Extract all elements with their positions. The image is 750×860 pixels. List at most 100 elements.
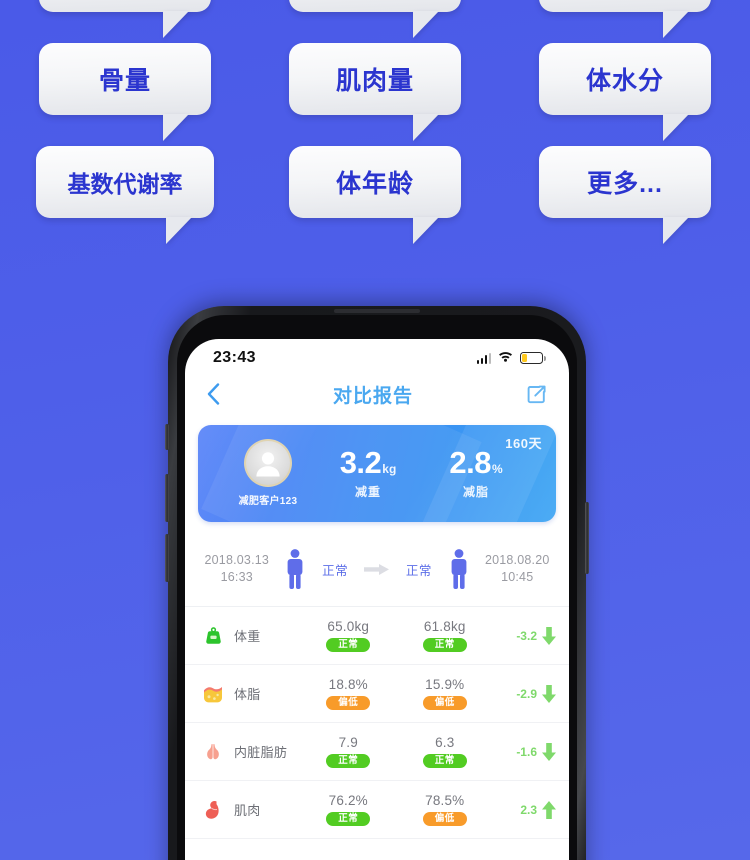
person-body-icon <box>283 548 308 590</box>
page-title: 对比报告 <box>332 385 413 407</box>
status-badge: 正常 <box>326 637 371 653</box>
metric-after-value: 15.9% <box>425 676 465 692</box>
stat-fat-loss: 2.8% 减脂 <box>434 447 518 500</box>
bubble-tail-icon <box>663 114 689 141</box>
promo-page: 骨量 肌肉量 体水分 基数代谢率 体年龄 更多... 23:43 对比报告 16… <box>0 0 750 860</box>
share-export-icon[interactable] <box>526 384 547 405</box>
metric-after-value: 78.5% <box>425 792 465 808</box>
feature-bubble[interactable] <box>39 0 211 38</box>
metric-before: 18.8% 偏低 <box>300 677 397 711</box>
feature-bubble-label: 肌肉量 <box>335 67 414 95</box>
arrow-down-icon <box>541 742 557 761</box>
user-avatar-icon[interactable] <box>244 439 292 487</box>
metric-row-body-fat[interactable]: 体脂 18.8% 偏低 15.9% 偏低 -2.9 <box>185 665 569 723</box>
bubble-tail-icon <box>413 114 439 141</box>
right-date: 2018.08.20 <box>484 553 550 568</box>
bubble-cell: 骨量 <box>20 43 230 146</box>
nav-bar: 对比报告 <box>185 373 569 415</box>
mute-switch-button[interactable] <box>165 424 169 450</box>
cellular-signal-icon <box>476 352 491 364</box>
status-badge: 正常 <box>422 637 467 653</box>
bubble-cell: 体年龄 <box>270 146 480 249</box>
bubble-cell <box>270 0 480 43</box>
feature-bubble[interactable] <box>539 0 711 38</box>
feature-bubble-basal-metabolic-rate[interactable]: 基数代谢率 <box>36 146 214 244</box>
delta-value: -2.9 <box>516 686 537 701</box>
stat-weight-loss: 3.2kg 减重 <box>326 447 410 500</box>
bubble-cell: 更多... <box>520 146 730 249</box>
status-time: 23:43 <box>213 349 256 366</box>
metric-row-visceral-fat[interactable]: 内脏脂肪 7.9 正常 6.3 正常 -1.6 <box>185 723 569 781</box>
phone-mockup: 23:43 对比报告 160天 减肥客户123 3.2kg 减重 2.8% 减脂… <box>165 306 589 860</box>
status-badge: 偏低 <box>422 695 467 711</box>
stat-label: 减脂 <box>462 485 489 499</box>
delta-value: -3.2 <box>516 628 537 643</box>
muscle-arm-icon <box>199 799 227 821</box>
delta-value: 2.3 <box>520 802 537 817</box>
metric-delta: -3.2 <box>493 626 557 645</box>
metric-after: 61.8kg 正常 <box>397 619 494 653</box>
wifi-icon <box>498 349 513 367</box>
right-time: 10:45 <box>501 570 534 584</box>
metric-after-value: 61.8kg <box>423 618 466 634</box>
right-datetime: 2018.08.20 10:45 <box>479 552 555 586</box>
bubble-cell: 基数代谢率 <box>20 146 230 249</box>
metric-name: 肌肉 <box>234 803 261 818</box>
arrow-down-icon <box>541 626 557 645</box>
feature-bubble-label: 骨量 <box>98 67 151 95</box>
feature-bubble-body-water[interactable]: 体水分 <box>539 43 711 141</box>
bubble-tail-icon <box>163 11 189 38</box>
summary-card-wrap: 160天 减肥客户123 3.2kg 减重 2.8% 减脂 <box>185 415 569 534</box>
volume-up-button[interactable] <box>165 474 169 522</box>
metric-row-weight[interactable]: 体重 65.0kg 正常 61.8kg 正常 -3.2 <box>185 607 569 665</box>
status-badge: 偏低 <box>326 695 371 711</box>
metric-row-muscle[interactable]: 肌肉 76.2% 正常 78.5% 偏低 2.3 <box>185 781 569 839</box>
left-status-label: 正常 <box>322 563 349 578</box>
metric-before: 65.0kg 正常 <box>300 619 397 653</box>
bubble-tail-icon <box>413 11 439 38</box>
delta-value: -1.6 <box>516 744 537 759</box>
left-date: 2018.03.13 <box>204 553 270 568</box>
right-status-label: 正常 <box>405 563 432 578</box>
feature-bubble-muscle-mass[interactable]: 肌肉量 <box>289 43 461 141</box>
metric-before: 7.9 正常 <box>300 735 397 769</box>
bubble-cell: 体水分 <box>520 43 730 146</box>
status-bar: 23:43 <box>185 339 569 373</box>
person-body-icon <box>446 548 471 590</box>
stat-unit: % <box>491 462 503 476</box>
metrics-list: 体重 65.0kg 正常 61.8kg 正常 -3.2 体脂 18.8% 偏低 … <box>185 607 569 839</box>
days-count-label: 160天 <box>505 436 542 451</box>
feature-bubble-body-age[interactable]: 体年龄 <box>289 146 461 244</box>
stat-value: 2.8 <box>449 445 491 480</box>
metric-name: 体重 <box>234 629 261 644</box>
power-button[interactable] <box>585 502 589 574</box>
metric-name: 体脂 <box>234 687 261 702</box>
metric-before-value: 18.8% <box>328 676 368 692</box>
metric-before-value: 7.9 <box>338 734 358 750</box>
phone-screen: 23:43 对比报告 160天 减肥客户123 3.2kg 减重 2.8% 减脂… <box>185 339 569 860</box>
metric-delta: 2.3 <box>493 800 557 819</box>
volume-down-button[interactable] <box>165 534 169 582</box>
metric-after-value: 6.3 <box>435 734 455 750</box>
stat-label: 减重 <box>354 485 381 499</box>
bubble-tail-icon <box>663 217 689 244</box>
status-badge: 正常 <box>422 753 467 769</box>
left-datetime: 2018.03.13 16:33 <box>199 552 275 586</box>
metric-after: 15.9% 偏低 <box>397 677 494 711</box>
back-button[interactable] <box>207 383 220 405</box>
feature-bubble-bone-mass[interactable]: 骨量 <box>39 43 211 141</box>
metric-delta: -2.9 <box>493 684 557 703</box>
bubble-tail-icon <box>413 217 439 244</box>
feature-bubble-label: 体年龄 <box>335 170 414 198</box>
stat-value: 3.2 <box>339 445 382 480</box>
stat-unit: kg <box>382 462 397 476</box>
feature-bubble-more[interactable]: 更多... <box>539 146 711 244</box>
summary-card[interactable]: 160天 减肥客户123 3.2kg 减重 2.8% 减脂 <box>198 425 556 522</box>
feature-bubble[interactable] <box>289 0 461 38</box>
username-label: 减肥客户123 <box>238 496 298 507</box>
comparison-header-row: 2018.03.13 16:33 正常 正常 2018.08.20 10:45 <box>185 534 569 607</box>
bubble-tail-icon <box>166 217 192 244</box>
battery-low-icon <box>520 352 546 364</box>
weight-kettlebell-icon <box>199 625 227 646</box>
metric-before-value: 65.0kg <box>327 618 370 634</box>
